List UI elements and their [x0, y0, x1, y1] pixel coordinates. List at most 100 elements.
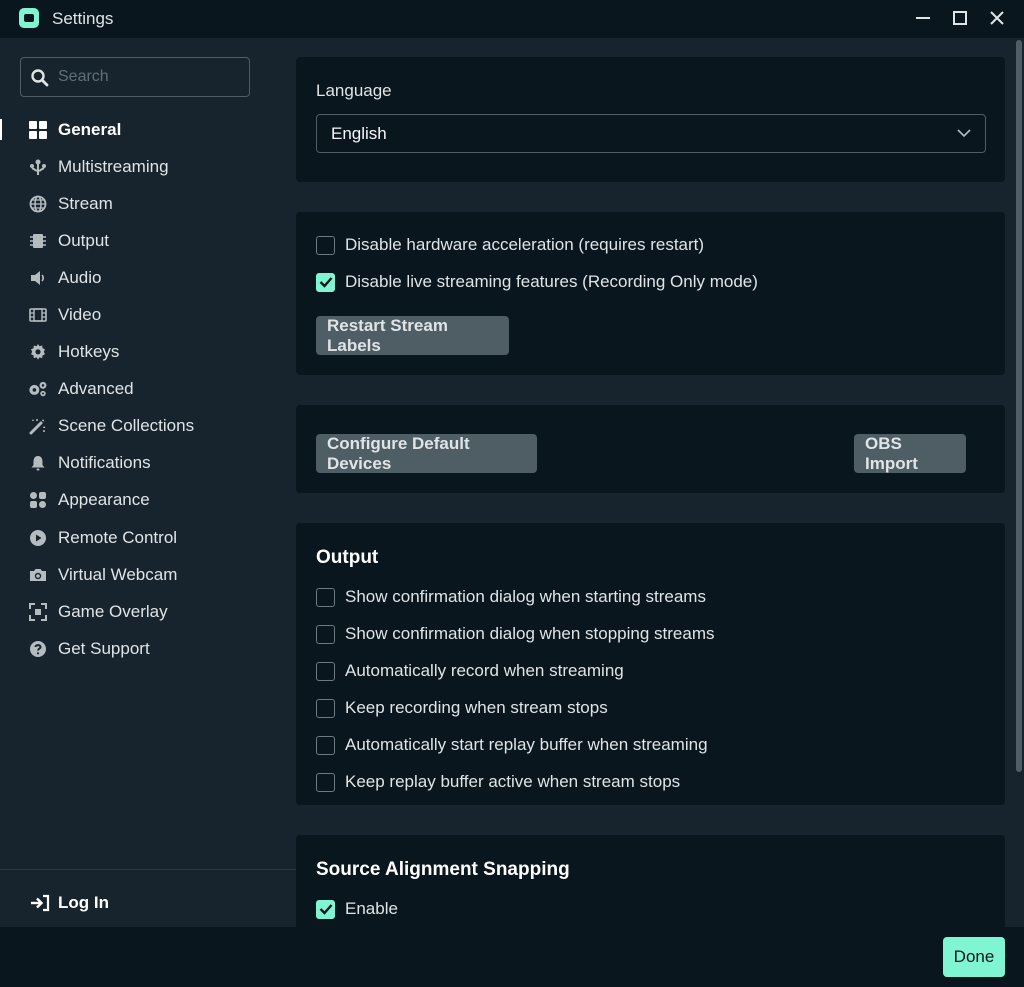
- scrollbar-thumb[interactable]: [1016, 40, 1022, 772]
- expand-icon: [28, 602, 48, 622]
- login-icon: [30, 893, 50, 913]
- sidebar-item-label: Game Overlay: [58, 601, 168, 621]
- camera-icon: [28, 565, 48, 585]
- configure-default-devices-button[interactable]: Configure Default Devices: [316, 434, 537, 473]
- minimize-icon: [916, 17, 930, 19]
- auto-replay-buffer-checkbox[interactable]: Automatically start replay buffer when s…: [316, 735, 708, 755]
- sidebar-item-game-overlay[interactable]: Game Overlay: [0, 593, 296, 630]
- confirm-start-checkbox[interactable]: Show confirmation dialog when starting s…: [316, 587, 706, 607]
- restart-stream-labels-button[interactable]: Restart Stream Labels: [316, 316, 509, 355]
- checkbox: [316, 698, 335, 718]
- gears-icon: [28, 379, 48, 399]
- wand-icon: [28, 416, 48, 436]
- bell-icon: [28, 453, 48, 473]
- sidebar-item-label: Advanced: [58, 379, 134, 399]
- checkbox: [316, 587, 335, 607]
- sidebar-item-label: Multistreaming: [58, 156, 169, 176]
- maximize-button[interactable]: [945, 4, 975, 32]
- film-icon: [28, 305, 48, 325]
- question-icon: [28, 639, 48, 659]
- gear-icon: [28, 342, 48, 362]
- grid-icon: [28, 120, 48, 140]
- chevron-down-icon: [957, 129, 971, 138]
- scrollbar[interactable]: [1014, 38, 1024, 927]
- sidebar-item-video[interactable]: Video: [0, 296, 296, 333]
- checkbox-label: Enable: [345, 899, 398, 918]
- dialog-footer: Done: [0, 927, 1024, 987]
- keep-recording-checkbox[interactable]: Keep recording when stream stops: [316, 698, 608, 718]
- sidebar-item-label: Output: [58, 230, 110, 250]
- close-button[interactable]: [982, 4, 1012, 32]
- checkbox-label: Disable hardware acceleration (requires …: [345, 235, 705, 254]
- checkmark-icon: [319, 277, 332, 288]
- language-section: Language English: [296, 57, 1005, 182]
- auto-record-checkbox[interactable]: Automatically record when streaming: [316, 661, 624, 681]
- window-title: Settings: [52, 9, 114, 28]
- sidebar-item-appearance[interactable]: Appearance: [0, 482, 296, 519]
- sidebar-item-label: Video: [58, 305, 102, 325]
- sidebar-item-output[interactable]: Output: [0, 222, 296, 259]
- checkbox-label: Automatically start replay buffer when s…: [345, 735, 708, 754]
- checkbox-label: Automatically record when streaming: [345, 661, 624, 680]
- sidebar-item-scene-collections[interactable]: Scene Collections: [0, 408, 296, 445]
- close-icon: [990, 11, 1004, 25]
- sidebar-item-advanced[interactable]: Advanced: [0, 371, 296, 408]
- streamlabs-logo-icon: [19, 8, 39, 28]
- sidebar-item-general[interactable]: General: [0, 111, 296, 148]
- globe-icon: [28, 194, 48, 214]
- sidebar-item-hotkeys[interactable]: Hotkeys: [0, 334, 296, 371]
- login-label: Log In: [58, 893, 109, 912]
- sidebar-item-label: Get Support: [58, 638, 150, 658]
- sidebar-item-get-support[interactable]: Get Support: [0, 630, 296, 667]
- settings-content: Language English Disable hardware accele…: [296, 38, 1024, 927]
- checkbox: [316, 661, 335, 681]
- checkbox: [316, 624, 335, 644]
- checkbox-label: Keep replay buffer active when stream st…: [345, 772, 681, 791]
- checkmark-icon: [319, 904, 332, 915]
- speaker-icon: [28, 268, 48, 288]
- checkbox: [316, 735, 335, 755]
- settings-sidebar: General Multistreaming Stream Output Aud…: [0, 38, 296, 927]
- checkbox-label: Show confirmation dialog when stopping s…: [345, 624, 715, 643]
- checkbox: [316, 772, 335, 792]
- sidebar-item-label: Scene Collections: [58, 416, 195, 436]
- sidebar-item-label: Remote Control: [58, 527, 178, 547]
- checkbox-label: Show confirmation dialog when starting s…: [345, 587, 706, 606]
- obs-import-button[interactable]: OBS Import: [854, 434, 966, 473]
- devices-section: Configure Default Devices OBS Import: [296, 405, 1005, 493]
- checkbox-checked: [316, 272, 335, 292]
- checkbox: [316, 235, 335, 255]
- snapping-section: Source Alignment Snapping Enable: [296, 835, 1005, 927]
- enable-snapping-checkbox[interactable]: Enable: [316, 899, 398, 919]
- hardware-acceleration-checkbox[interactable]: Disable hardware acceleration (requires …: [316, 235, 704, 255]
- search-input[interactable]: [58, 66, 238, 88]
- multistream-icon: [28, 157, 48, 177]
- sidebar-item-notifications[interactable]: Notifications: [0, 445, 296, 482]
- checkbox-label: Keep recording when stream stops: [345, 698, 608, 717]
- sidebar-item-label: Hotkeys: [58, 342, 120, 362]
- sidebar-item-label: Appearance: [58, 490, 150, 510]
- language-value: English: [331, 124, 387, 143]
- search-icon: [31, 69, 49, 87]
- checkbox-checked: [316, 899, 335, 919]
- sidebar-item-virtual-webcam[interactable]: Virtual Webcam: [0, 556, 296, 593]
- recording-only-checkbox[interactable]: Disable live streaming features (Recordi…: [316, 272, 758, 292]
- palette-icon: [28, 490, 48, 510]
- confirm-stop-checkbox[interactable]: Show confirmation dialog when stopping s…: [316, 624, 714, 644]
- language-select[interactable]: English: [316, 114, 986, 153]
- sidebar-item-remote-control[interactable]: Remote Control: [0, 519, 296, 556]
- login-button[interactable]: Log In: [30, 893, 109, 913]
- keep-replay-buffer-checkbox[interactable]: Keep replay buffer active when stream st…: [316, 772, 680, 792]
- output-title: Output: [316, 547, 379, 568]
- checkbox-label: Disable live streaming features (Recordi…: [345, 272, 758, 291]
- sidebar-item-label: Audio: [58, 267, 102, 287]
- maximize-icon: [953, 11, 967, 25]
- done-button[interactable]: Done: [943, 937, 1005, 977]
- minimize-button[interactable]: [908, 4, 938, 32]
- sidebar-item-stream[interactable]: Stream: [0, 185, 296, 222]
- sidebar-item-multistreaming[interactable]: Multistreaming: [0, 148, 296, 185]
- sidebar-item-audio[interactable]: Audio: [0, 259, 296, 296]
- output-section: Output Show confirmation dialog when sta…: [296, 523, 1005, 805]
- sidebar-item-label: Notifications: [58, 453, 151, 473]
- search-box: [20, 57, 250, 97]
